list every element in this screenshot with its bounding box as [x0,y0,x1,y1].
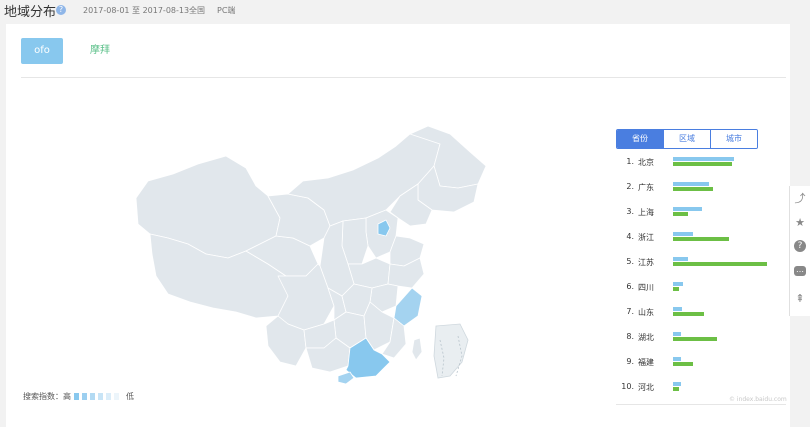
rank-number: 7. [626,307,634,316]
ofo-index-bar [673,307,682,311]
mobike-index-bar [673,312,704,316]
rank-number: 9. [626,357,634,366]
south-china-sea-inset [433,323,469,379]
scope-province-button[interactable]: 省份 [617,130,663,148]
question-circle-icon[interactable]: ? [56,5,66,15]
ranking-row[interactable]: 2. 广东 [620,180,790,205]
page-title: 地域分布 [4,5,57,20]
rank-number: 4. [626,232,634,241]
ofo-index-bar [673,332,681,336]
ranking-divider [616,404,786,405]
ofo-index-bar [673,282,683,286]
rank-number: 2. [626,182,634,191]
legend-low-label: 低 [126,392,134,401]
province-ranking-list: 1. 北京 2. 广东 3. 上海 4. 浙江 5. 江苏 6. 四川 7. 山东 8. 湖北 9. 福建 10. 河… [620,155,790,405]
mobike-index-bar [673,387,679,391]
ranking-row[interactable]: 1. 北京 [620,155,790,180]
ofo-index-bar [673,207,702,211]
mobike-index-bar [673,212,688,216]
ranking-row[interactable]: 5. 江苏 [620,255,790,280]
legend-high-label: 搜索指数：高 [23,392,71,401]
province-name: 福建 [638,358,654,367]
mobike-index-bar [673,337,717,341]
legend-swatch [90,393,95,400]
mobike-index-bar [673,362,693,366]
province-name: 北京 [638,158,654,167]
tab-ofo[interactable]: ofo [21,38,63,64]
ranking-row[interactable]: 3. 上海 [620,205,790,230]
ranking-row[interactable]: 4. 浙江 [620,230,790,255]
province-name: 湖北 [638,333,654,342]
star-icon[interactable]: ★ [793,216,807,230]
map-legend: 搜索指数：高 低 [23,391,134,402]
back-to-top-icon[interactable]: ⇞ [793,292,807,306]
mobike-index-bar [673,287,679,291]
tab-divider [21,77,786,78]
province-name: 上海 [638,208,654,217]
device-filter[interactable]: PC端 [217,5,235,16]
mobike-index-bar [673,237,729,241]
map-region-taiwan [411,337,423,361]
legend-swatch [106,393,111,400]
share-icon[interactable]: ⤴ [793,192,807,206]
comment-icon[interactable]: … [794,266,806,276]
mobike-index-bar [673,262,767,266]
page-header: 地域分布 ? 2017-08-01 至 2017-08-13 全国 PC端 [0,0,810,24]
rank-number: 8. [626,332,634,341]
province-name: 山东 [638,308,654,317]
legend-swatch [114,393,119,400]
ranking-scope-switch: 省份 区域 城市 [616,129,758,149]
ofo-index-bar [673,157,734,161]
watermark: © index.baidu.com [729,396,787,403]
region-distribution-panel: ofo 摩拜 搜索指数：高 低 省份 区域 城市 1. 北京 2. 广东 3. … [6,24,790,427]
ofo-index-bar [673,357,681,361]
ofo-index-bar [673,257,688,261]
date-range[interactable]: 2017-08-01 至 2017-08-13 [83,5,189,16]
ofo-index-bar [673,182,709,186]
legend-swatch [98,393,103,400]
map-region-hainan [337,371,355,385]
china-map[interactable] [128,126,488,386]
rank-number: 6. [626,282,634,291]
province-name: 江苏 [638,258,654,267]
rank-number: 1. [626,157,634,166]
province-name: 广东 [638,183,654,192]
province-name: 河北 [638,383,654,392]
ofo-index-bar [673,232,693,236]
map-region-zhejiang [393,287,423,327]
ranking-row[interactable]: 6. 四川 [620,280,790,305]
scope-area-button[interactable]: 区域 [663,130,710,148]
help-icon[interactable]: ? [794,240,806,252]
side-toolbar: ⤴ ★ ? … ⇞ [789,186,810,316]
mobike-index-bar [673,162,732,166]
province-name: 四川 [638,283,654,292]
ranking-row[interactable]: 7. 山东 [620,305,790,330]
ranking-row[interactable]: 9. 福建 [620,355,790,380]
region-filter[interactable]: 全国 [189,5,205,16]
rank-number: 3. [626,207,634,216]
rank-number: 5. [626,257,634,266]
mobike-index-bar [673,187,713,191]
ofo-index-bar [673,382,681,386]
ranking-row[interactable]: 8. 湖北 [620,330,790,355]
legend-swatch [82,393,87,400]
province-name: 浙江 [638,233,654,242]
tab-mobike[interactable]: 摩拜 [76,38,124,64]
legend-swatch [74,393,79,400]
rank-number: 10. [621,382,634,391]
scope-city-button[interactable]: 城市 [710,130,757,148]
